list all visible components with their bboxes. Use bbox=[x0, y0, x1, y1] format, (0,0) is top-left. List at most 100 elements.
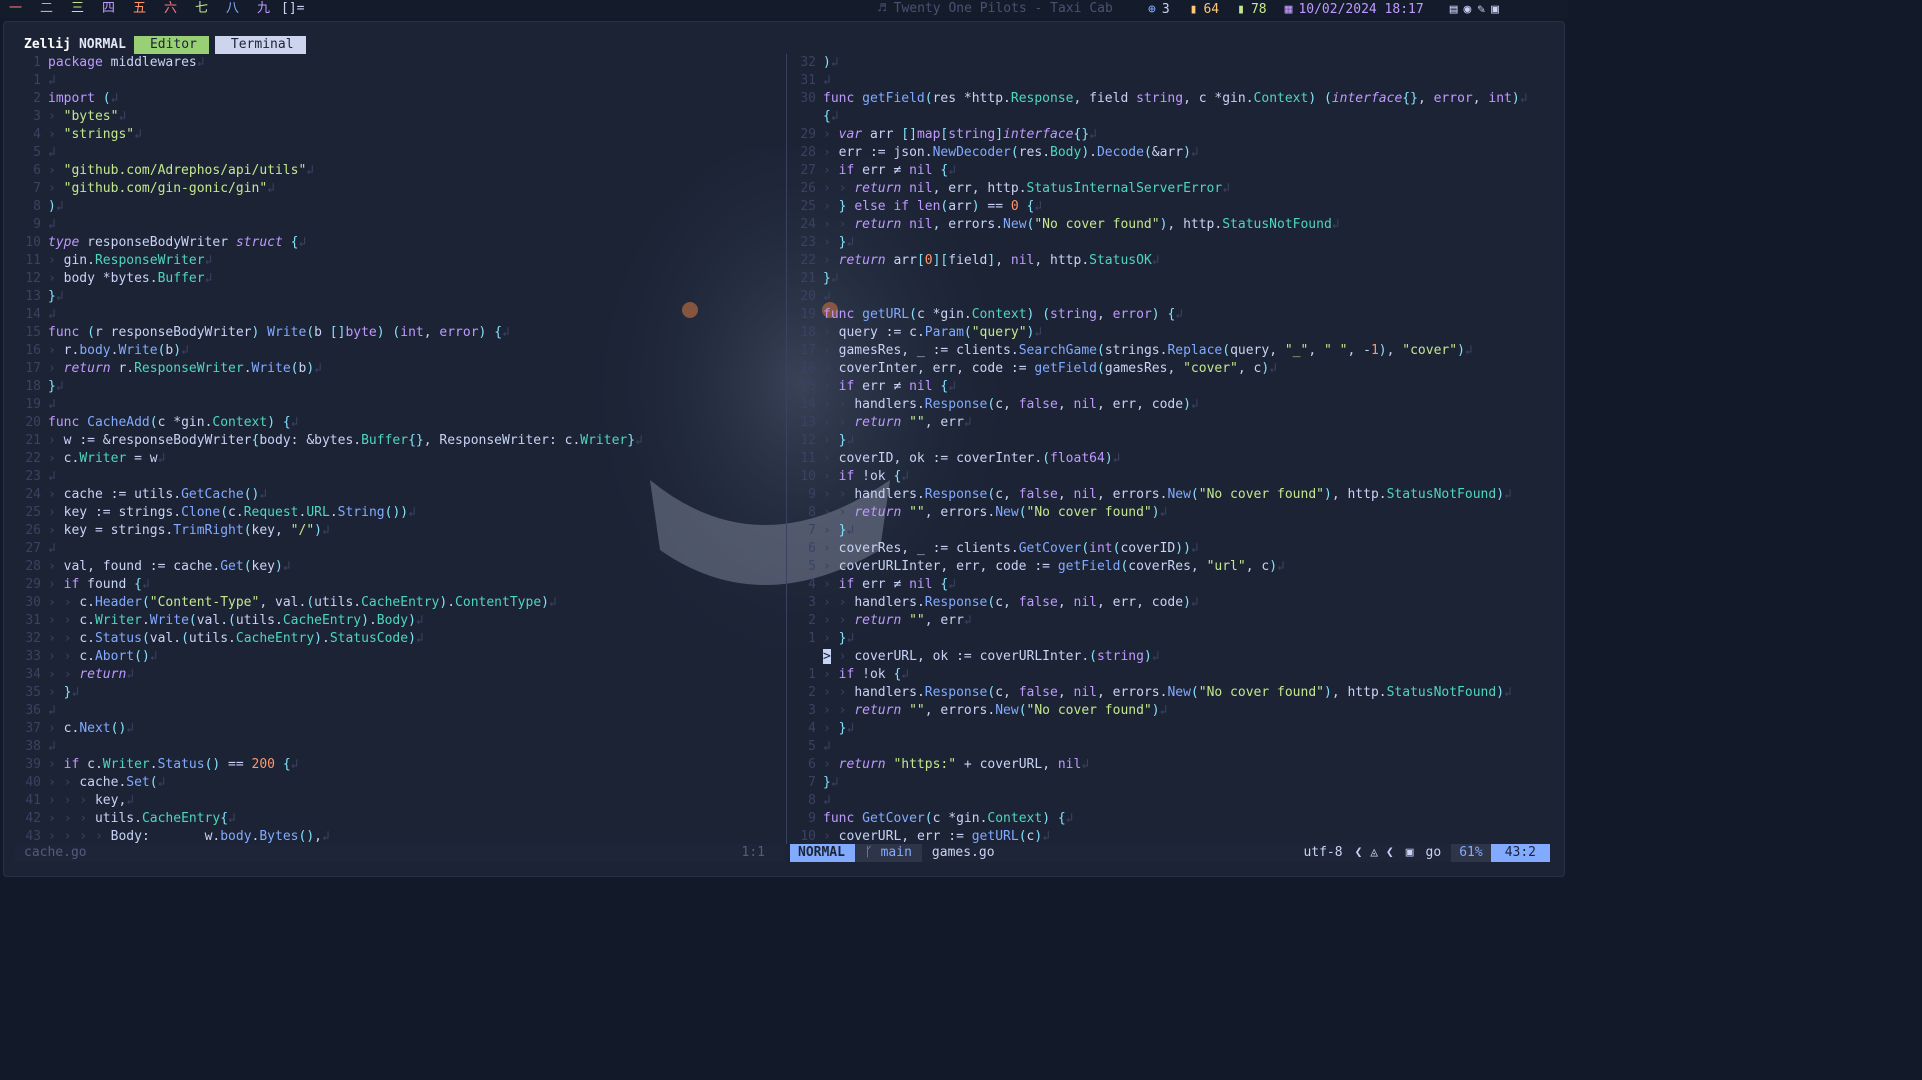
code-line[interactable]: 27 ↲ bbox=[15, 540, 785, 558]
code-line[interactable]: 20 ↲ bbox=[790, 288, 1560, 306]
code-line[interactable]: 9 › › handlers.Response(c, false, nil, er… bbox=[790, 486, 1560, 504]
code-line[interactable]: 7 › }↲ bbox=[790, 522, 1560, 540]
code-line[interactable]: 41 › › › key,↲ bbox=[15, 792, 785, 810]
workspace-2[interactable]: 二 bbox=[31, 0, 62, 18]
code-line[interactable]: 23 ↲ bbox=[15, 468, 785, 486]
code-line[interactable]: 16 › r.body.Write(b)↲ bbox=[15, 342, 785, 360]
code-line[interactable]: 23 › }↲ bbox=[790, 234, 1560, 252]
code-line[interactable]: 25 › key := strings.Clone(c.Request.URL.S… bbox=[15, 504, 785, 522]
code-line[interactable]: 1 › }↲ bbox=[790, 630, 1560, 648]
code-line[interactable]: 22 › c.Writer = w↲ bbox=[15, 450, 785, 468]
editor-pane-left[interactable]: 1 package middlewares↲ 1 ↲ 2 import (↲ 3 › "byt… bbox=[15, 54, 785, 844]
workspace-1[interactable]: 一 bbox=[0, 0, 31, 18]
discord-icon[interactable]: ◉ bbox=[1464, 2, 1472, 17]
code-line[interactable]: 15 func (r responseBodyWriter) Write(b []… bbox=[15, 324, 785, 342]
code-line[interactable]: 1 package middlewares↲ bbox=[15, 54, 785, 72]
code-line[interactable]: 39 › if c.Writer.Status() == 200 {↲ bbox=[15, 756, 785, 774]
code-line[interactable]: 7 › "github.com/gin-gonic/gin"↲ bbox=[15, 180, 785, 198]
code-line[interactable]: 30 › › c.Header("Content-Type", val.(util… bbox=[15, 594, 785, 612]
code-line[interactable]: 7}↲ bbox=[790, 774, 1560, 792]
code-line[interactable]: 42 › › › utils.CacheEntry{↲ bbox=[15, 810, 785, 828]
window-icon[interactable]: ▣ bbox=[1491, 2, 1499, 17]
code-line[interactable]: 11 › coverID, ok := coverInter.(float64)↲ bbox=[790, 450, 1560, 468]
code-line[interactable]: 24 › cache := utils.GetCache()↲ bbox=[15, 486, 785, 504]
code-line[interactable]: 17 › return r.ResponseWriter.Write(b)↲ bbox=[15, 360, 785, 378]
code-line[interactable]: {↲ bbox=[790, 108, 1560, 126]
code-line[interactable]: 4 › if err ≠ nil {↲ bbox=[790, 576, 1560, 594]
code-line[interactable]: 11 › gin.ResponseWriter↲ bbox=[15, 252, 785, 270]
code-line[interactable]: 38 ↲ bbox=[15, 738, 785, 756]
code-line[interactable]: 26 › key = strings.TrimRight(key, "/")↲ bbox=[15, 522, 785, 540]
code-line[interactable]: 18 › query := c.Param("query")↲ bbox=[790, 324, 1560, 342]
code-line[interactable]: 43 › › › › Body: w.body.Bytes(),↲ bbox=[15, 828, 785, 844]
code-line[interactable]: 9 ↲ bbox=[15, 216, 785, 234]
workspace-3[interactable]: 三 bbox=[62, 0, 93, 18]
code-line[interactable]: 1 › if !ok {↲ bbox=[790, 666, 1560, 684]
code-line[interactable]: 1 ↲ bbox=[15, 72, 785, 90]
code-line[interactable]: 35 › }↲ bbox=[15, 684, 785, 702]
workspace-4[interactable]: 四 bbox=[93, 0, 124, 18]
tab-terminal[interactable]: Terminal bbox=[214, 36, 306, 54]
code-line[interactable]: 34 › › return↲ bbox=[15, 666, 785, 684]
music-now-playing[interactable]: ♬ Twenty One Pilots - Taxi Cab bbox=[878, 0, 1113, 18]
code-line[interactable]: 10 › if !ok {↲ bbox=[790, 468, 1560, 486]
code-line[interactable]: 28 › err := json.NewDecoder(res.Body).Dec… bbox=[790, 144, 1560, 162]
code-line[interactable]: 20 func CacheAdd(c *gin.Context) {↲ bbox=[15, 414, 785, 432]
code-line[interactable]: 33 › › c.Abort()↲ bbox=[15, 648, 785, 666]
code-line[interactable]: 13 › › return "", err↲ bbox=[790, 414, 1560, 432]
code-line[interactable]: 5 ↲ bbox=[790, 738, 1560, 756]
code-line[interactable]: 31 › › c.Writer.Write(val.(utils.CacheEnt… bbox=[15, 612, 785, 630]
code-line[interactable]: 5 › coverURLInter, err, code := getField(… bbox=[790, 558, 1560, 576]
code-line[interactable]: 12 › body *bytes.Buffer↲ bbox=[15, 270, 785, 288]
code-line[interactable]: 8 › › return "", errors.New("No cover fou… bbox=[790, 504, 1560, 522]
code-line[interactable]: 21 › w := &responseBodyWriter{body: &byte… bbox=[15, 432, 785, 450]
code-line[interactable]: 37 › c.Next()↲ bbox=[15, 720, 785, 738]
code-line[interactable]: 16 › coverInter, err, code := getField(ga… bbox=[790, 360, 1560, 378]
code-line[interactable]: 27 › if err ≠ nil {↲ bbox=[790, 162, 1560, 180]
code-line[interactable]: 8 ↲ bbox=[790, 792, 1560, 810]
workspace-9[interactable]: 九 bbox=[248, 0, 279, 18]
code-line[interactable]: 15 › if err ≠ nil {↲ bbox=[790, 378, 1560, 396]
code-line[interactable]: 30 func getField(res *http.Response, fiel… bbox=[790, 90, 1560, 108]
workspace-8[interactable]: 八 bbox=[217, 0, 248, 18]
code-line[interactable]: 12 › }↲ bbox=[790, 432, 1560, 450]
code-line[interactable]: 14 ↲ bbox=[15, 306, 785, 324]
code-line[interactable]: 13}↲ bbox=[15, 288, 785, 306]
quill-icon[interactable]: ✎ bbox=[1477, 2, 1485, 17]
code-line[interactable]: 29 › var arr []map[string]interface{}↲ bbox=[790, 126, 1560, 144]
workspace-7[interactable]: 七 bbox=[186, 0, 217, 18]
tab-editor[interactable]: Editor bbox=[133, 36, 209, 54]
code-line[interactable]: 32)↲ bbox=[790, 54, 1560, 72]
code-line[interactable]: 21}↲ bbox=[790, 270, 1560, 288]
code-line[interactable]: > › coverURL, ok := coverURLInter.(strin… bbox=[790, 648, 1560, 666]
code-line[interactable]: 6 › return "https:" + coverURL, nil↲ bbox=[790, 756, 1560, 774]
code-line[interactable]: 8)↲ bbox=[15, 198, 785, 216]
code-line[interactable]: 31 ↲ bbox=[790, 72, 1560, 90]
code-line[interactable]: 9 func GetCover(c *gin.Context) {↲ bbox=[790, 810, 1560, 828]
code-line[interactable]: 36 ↲ bbox=[15, 702, 785, 720]
code-line[interactable]: 40 › › cache.Set(↲ bbox=[15, 774, 785, 792]
code-line[interactable]: 2 › › handlers.Response(c, false, nil, er… bbox=[790, 684, 1560, 702]
code-line[interactable]: 14 › › handlers.Response(c, false, nil, e… bbox=[790, 396, 1560, 414]
code-line[interactable]: 25 › } else if len(arr) == 0 {↲ bbox=[790, 198, 1560, 216]
code-line[interactable]: 4 › }↲ bbox=[790, 720, 1560, 738]
code-line[interactable]: 32 › › c.Status(val.(utils.CacheEntry).St… bbox=[15, 630, 785, 648]
workspace-5[interactable]: 五 bbox=[124, 0, 155, 18]
code-line[interactable]: 29 › if found {↲ bbox=[15, 576, 785, 594]
code-line[interactable]: 26 › › return nil, err, http.StatusIntern… bbox=[790, 180, 1560, 198]
code-line[interactable]: 10 type responseBodyWriter struct {↲ bbox=[15, 234, 785, 252]
code-line[interactable]: 3 › "bytes"↲ bbox=[15, 108, 785, 126]
code-line[interactable]: 5 ↲ bbox=[15, 144, 785, 162]
code-line[interactable]: 4 › "strings"↲ bbox=[15, 126, 785, 144]
code-line[interactable]: 3 › › handlers.Response(c, false, nil, er… bbox=[790, 594, 1560, 612]
code-line[interactable]: 22 › return arr[0][field], nil, http.Stat… bbox=[790, 252, 1560, 270]
workspace-6[interactable]: 六 bbox=[155, 0, 186, 18]
code-line[interactable]: 28 › val, found := cache.Get(key)↲ bbox=[15, 558, 785, 576]
code-line[interactable]: 6 › coverRes, _ := clients.GetCover(int(c… bbox=[790, 540, 1560, 558]
notes-icon[interactable]: ▤ bbox=[1450, 2, 1458, 17]
code-line[interactable]: 18}↲ bbox=[15, 378, 785, 396]
code-line[interactable]: 24 › › return nil, errors.New("No cover f… bbox=[790, 216, 1560, 234]
layout-indicator[interactable]: []= bbox=[281, 0, 304, 18]
editor-pane-right[interactable]: 32)↲ 31 ↲ 30 func getField(res *http.Respons… bbox=[790, 54, 1560, 844]
code-line[interactable]: 2 import (↲ bbox=[15, 90, 785, 108]
